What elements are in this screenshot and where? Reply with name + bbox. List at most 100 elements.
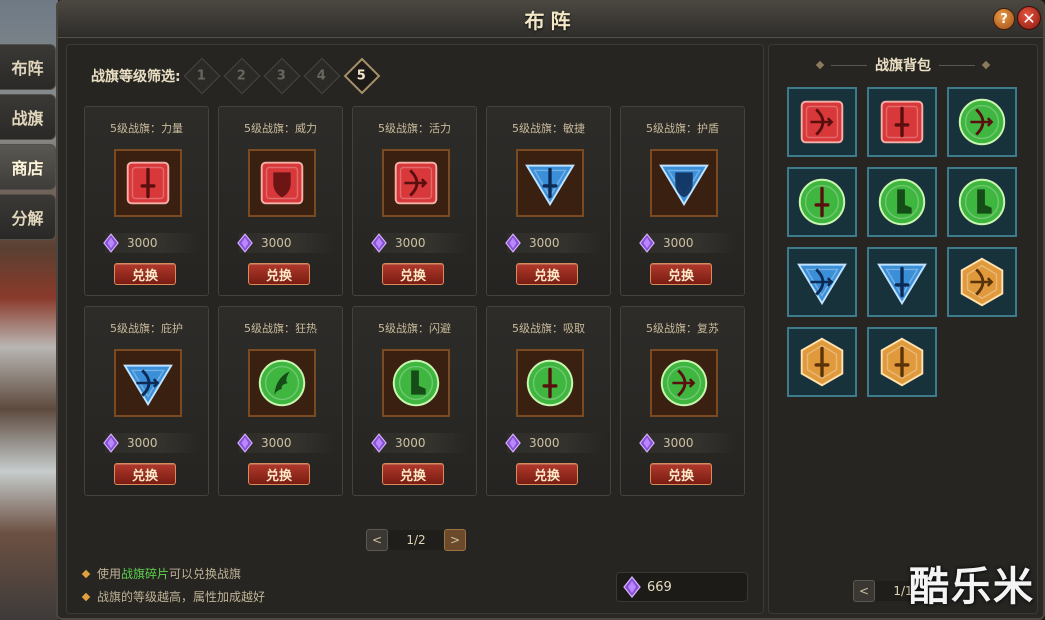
shop-item-card: 5级战旗：活力 3000 兑换 xyxy=(352,106,477,296)
shop-item-icon-frame[interactable] xyxy=(248,149,316,217)
side-tabs: 布阵 战旗 商店 分解 xyxy=(0,44,56,244)
bag-slot[interactable] xyxy=(867,247,937,317)
window-title: 布阵 xyxy=(524,9,577,33)
purple-gem-icon xyxy=(371,233,387,253)
shop-item-name: 5级战旗：护盾 xyxy=(646,122,719,135)
purple-gem-icon xyxy=(639,233,655,253)
price-value: 3000 xyxy=(395,236,426,250)
level-filter-5[interactable]: 5 xyxy=(343,57,380,95)
blue-triangle-bow-flag-icon xyxy=(797,263,847,306)
shop-item-price: 3000 xyxy=(371,433,469,453)
help-button[interactable]: ? xyxy=(993,8,1015,30)
level-filter-1[interactable]: 1 xyxy=(183,57,220,95)
watermark: 酷乐米 xyxy=(909,564,1035,610)
bag-slot[interactable] xyxy=(787,87,857,157)
bullet-icon xyxy=(81,569,91,578)
blue-triangle-shield-flag-icon xyxy=(659,164,709,207)
flag-bag-panel: 战旗背包 < 1/1 xyxy=(768,44,1038,614)
red-square-sword-flag-icon xyxy=(880,100,924,144)
shop-item-name: 5级战旗：吸取 xyxy=(512,322,585,335)
exchange-button[interactable]: 兑换 xyxy=(114,463,176,485)
exchange-button[interactable]: 兑换 xyxy=(382,463,444,485)
bag-slot[interactable] xyxy=(867,87,937,157)
side-tab-flags[interactable]: 战旗 xyxy=(0,94,56,140)
shop-item-card: 5级战旗：复苏 3000 兑换 xyxy=(620,306,745,496)
exchange-button[interactable]: 兑换 xyxy=(248,263,310,285)
shop-item-card: 5级战旗：威力 3000 兑换 xyxy=(218,106,343,296)
green-circle-bow-flag-icon xyxy=(958,98,1006,146)
purple-gem-icon xyxy=(639,433,655,453)
shop-item-icon-frame[interactable] xyxy=(248,349,316,417)
bag-slot[interactable] xyxy=(787,167,857,237)
formation-window: 布阵 ? ✕ 战旗等级筛选: 1 2 3 4 5 5级战旗：力量 3000 兑换 5级… xyxy=(56,0,1045,620)
side-tab-shop[interactable]: 商店 xyxy=(0,144,56,190)
green-circle-boot-flag-icon xyxy=(958,178,1006,226)
price-value: 3000 xyxy=(127,436,158,450)
bag-prev-page-button[interactable]: < xyxy=(853,580,875,602)
shop-item-price: 3000 xyxy=(639,233,737,253)
level-filter-4[interactable]: 4 xyxy=(303,57,340,95)
green-circle-sword-flag-icon xyxy=(798,178,846,226)
blue-triangle-bow-flag-icon xyxy=(123,364,173,407)
exchange-button[interactable]: 兑换 xyxy=(114,263,176,285)
prev-page-button[interactable]: < xyxy=(366,529,388,551)
red-square-sword-flag-icon xyxy=(126,161,170,205)
shop-item-price: 3000 xyxy=(237,433,335,453)
fragment-balance: 669 xyxy=(616,572,748,602)
title-bar: 布阵 ? ✕ xyxy=(58,2,1043,38)
red-square-shield-flag-icon xyxy=(260,161,304,205)
close-button[interactable]: ✕ xyxy=(1017,6,1041,30)
bag-slot[interactable] xyxy=(947,167,1017,237)
blue-triangle-sword-flag-icon xyxy=(525,164,575,207)
bag-slot[interactable] xyxy=(867,167,937,237)
exchange-button[interactable]: 兑换 xyxy=(650,463,712,485)
shop-item-card: 5级战旗：闪避 3000 兑换 xyxy=(352,306,477,496)
shop-item-icon-frame[interactable] xyxy=(114,349,182,417)
tips: 使用 战旗碎片 可以兑换战旗 战旗的等级越高，属性加成越好 xyxy=(81,565,265,611)
exchange-button[interactable]: 兑换 xyxy=(516,263,578,285)
tip-1: 使用 战旗碎片 可以兑换战旗 xyxy=(81,565,265,582)
side-tab-decompose[interactable]: 分解 xyxy=(0,194,56,240)
purple-gem-icon xyxy=(103,433,119,453)
shop-item-name: 5级战旗：力量 xyxy=(110,122,183,135)
price-value: 3000 xyxy=(261,436,292,450)
shop-item-icon-frame[interactable] xyxy=(382,149,450,217)
red-square-bow-flag-icon xyxy=(394,161,438,205)
shop-item-card: 5级战旗：力量 3000 兑换 xyxy=(84,106,209,296)
shop-item-icon-frame[interactable] xyxy=(114,149,182,217)
shop-item-price: 3000 xyxy=(639,433,737,453)
exchange-button[interactable]: 兑换 xyxy=(248,463,310,485)
green-circle-boot-flag-icon xyxy=(878,178,926,226)
purple-gem-icon xyxy=(623,576,641,598)
shop-item-icon-frame[interactable] xyxy=(650,349,718,417)
page-indicator: 1/2 xyxy=(388,530,444,550)
exchange-button[interactable]: 兑换 xyxy=(382,263,444,285)
bag-slot[interactable] xyxy=(867,327,937,397)
green-circle-sword-flag-icon xyxy=(526,359,574,407)
shop-item-icon-frame[interactable] xyxy=(650,149,718,217)
green-circle-wing-flag-icon xyxy=(258,359,306,407)
shop-item-icon-frame[interactable] xyxy=(516,349,584,417)
shop-item-price: 3000 xyxy=(371,233,469,253)
shop-item-icon-frame[interactable] xyxy=(516,149,584,217)
bag-slot[interactable] xyxy=(947,87,1017,157)
bag-slot[interactable] xyxy=(787,247,857,317)
fragment-link[interactable]: 战旗碎片 xyxy=(121,565,169,582)
side-tab-formation[interactable]: 布阵 xyxy=(0,44,56,90)
shop-item-name: 5级战旗：活力 xyxy=(378,122,451,135)
shop-item-name: 5级战旗：复苏 xyxy=(646,322,719,335)
exchange-button[interactable]: 兑换 xyxy=(516,463,578,485)
level-filter-3[interactable]: 3 xyxy=(263,57,300,95)
purple-gem-icon xyxy=(505,233,521,253)
bag-slot[interactable] xyxy=(947,247,1017,317)
shop-item-icon-frame[interactable] xyxy=(382,349,450,417)
level-filter: 战旗等级筛选: 1 2 3 4 5 xyxy=(91,57,387,95)
shop-item-card: 5级战旗：护盾 3000 兑换 xyxy=(620,106,745,296)
purple-gem-icon xyxy=(237,433,253,453)
level-filter-2[interactable]: 2 xyxy=(223,57,260,95)
purple-gem-icon xyxy=(103,233,119,253)
bag-slot[interactable] xyxy=(787,327,857,397)
exchange-button[interactable]: 兑换 xyxy=(650,263,712,285)
next-page-button[interactable]: > xyxy=(444,529,466,551)
tip-2: 战旗的等级越高，属性加成越好 xyxy=(81,588,265,605)
